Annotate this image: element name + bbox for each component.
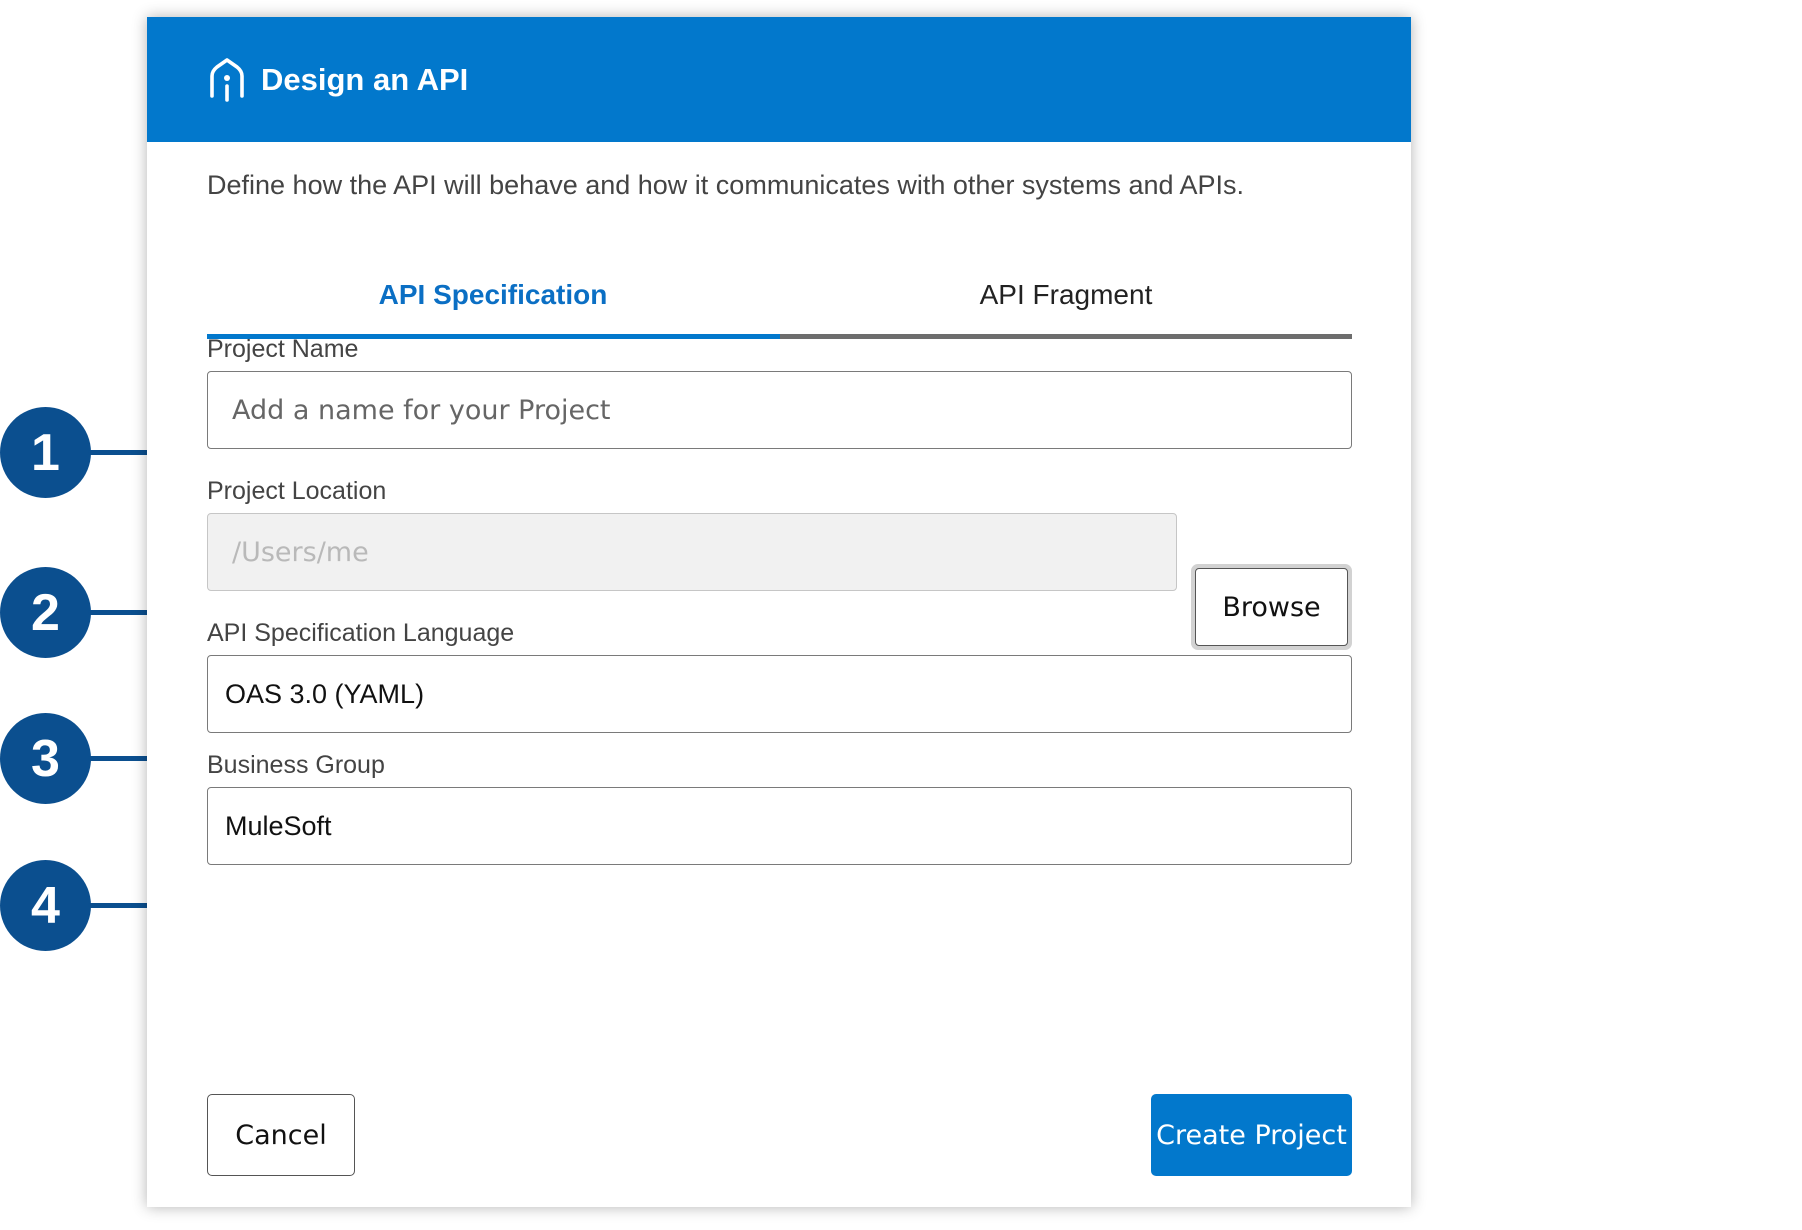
business-group-value: MuleSoft [225, 810, 332, 841]
callout-badge: 4 [0, 860, 91, 951]
spec-language-select[interactable]: OAS 3.0 (YAML) [207, 655, 1352, 733]
design-center-icon [210, 57, 244, 102]
business-group-select[interactable]: MuleSoft [207, 787, 1352, 865]
cancel-button[interactable]: Cancel [207, 1094, 355, 1176]
project-name-input[interactable] [207, 371, 1352, 449]
project-location-input [207, 513, 1177, 591]
spec-language-label: API Specification Language [207, 619, 515, 647]
browse-button-label: Browse [1195, 568, 1348, 646]
design-api-dialog: Design an API Define how the API will be… [147, 17, 1411, 1207]
tab-api-specification[interactable]: API Specification [207, 259, 779, 339]
spec-language-value: OAS 3.0 (YAML) [225, 678, 425, 709]
project-location-label: Project Location [207, 477, 387, 505]
callout-badge: 1 [0, 407, 91, 498]
dialog-title: Design an API [261, 61, 469, 97]
project-name-label: Project Name [207, 335, 359, 363]
browse-button[interactable]: Browse [1191, 564, 1352, 650]
dialog-description: Define how the API will behave and how i… [207, 170, 1245, 200]
stage: 1 2 3 4 Design an API Define how the API… [0, 0, 1802, 1230]
tab-bar: API Specification API Fragment [207, 259, 1352, 339]
dialog-header: Design an API [147, 17, 1411, 142]
tab-api-fragment[interactable]: API Fragment [780, 259, 1352, 339]
business-group-label: Business Group [207, 751, 385, 779]
create-project-button[interactable]: Create Project [1151, 1094, 1352, 1176]
callout-badge: 2 [0, 567, 91, 658]
callout-badge: 3 [0, 713, 91, 804]
